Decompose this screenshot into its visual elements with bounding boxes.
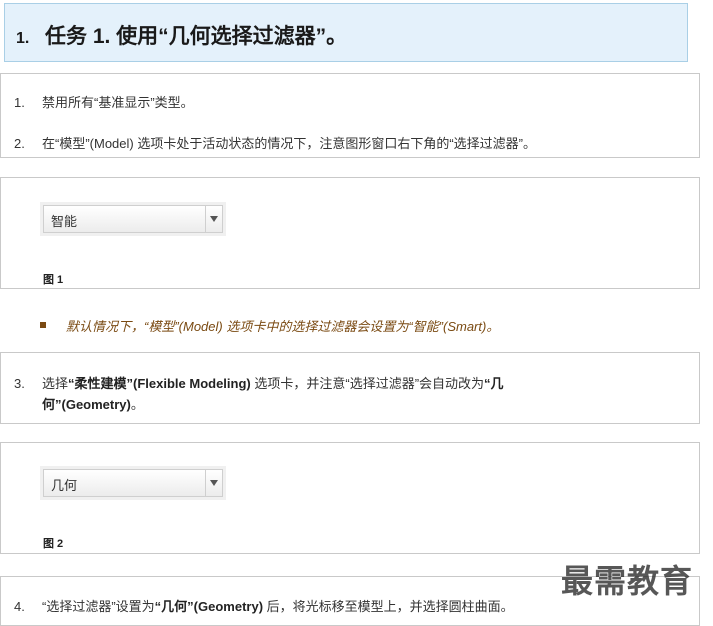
task-number: 1.	[16, 30, 30, 47]
step-number: 3.	[14, 376, 25, 391]
step-text-part: “选择过滤器”设置为	[42, 599, 155, 614]
step-text-part: 选项卡，并注意“选择过滤器”会自动改为	[250, 376, 485, 391]
watermark-logo: 最需教育	[561, 563, 694, 599]
step-text: 在“模型”(Model) 选项卡处于活动状态的情况下，注意图形窗口右下角的“选择…	[42, 136, 536, 151]
task-header: 1. 任务 1. 使用“几何选择过滤器”。	[4, 3, 688, 62]
dropdown-value: 几何	[51, 478, 78, 493]
task-title: 任务 1. 使用“几何选择过滤器”。	[45, 25, 348, 48]
filter-geometry-label-a: “几	[484, 376, 504, 391]
figure-2-caption: 图 2	[43, 538, 64, 550]
note-text: 默认情况下，“模型”(Model) 选项卡中的选择过滤器会设置为“智能”(Sma…	[66, 319, 500, 334]
step-text: “选择过滤器”设置为“几何”(Geometry) 后，将光标移至模型上，并选择圆…	[42, 596, 514, 617]
figure-2-box	[0, 442, 700, 554]
chevron-down-icon[interactable]	[205, 206, 222, 232]
figure-1-box	[0, 177, 700, 289]
bullet-icon	[40, 322, 46, 328]
step-number: 4.	[14, 599, 25, 614]
step-text: 选择“柔性建模”(Flexible Modeling) 选项卡，并注意“选择过滤…	[42, 373, 612, 415]
selection-filter-dropdown[interactable]: 几何	[43, 469, 223, 497]
filter-geometry-label: “几何”(Geometry)	[154, 599, 264, 614]
dropdown-value: 智能	[51, 214, 78, 229]
figure-1-caption: 图 1	[43, 274, 64, 286]
tab-name-flexible-modeling: “柔性建模”(Flexible Modeling)	[68, 376, 251, 391]
step-text-part: 后，将光标移至模型上，并选择圆柱曲面。	[263, 599, 514, 614]
step-text: 禁用所有“基准显示”类型。	[42, 95, 194, 110]
step-number: 2.	[14, 136, 25, 151]
chevron-down-icon[interactable]	[205, 470, 222, 496]
step-number: 1.	[14, 95, 25, 110]
step-text-part: 。	[130, 397, 144, 412]
selection-filter-dropdown[interactable]: 智能	[43, 205, 223, 233]
step-text-part: 选择	[42, 376, 69, 391]
filter-geometry-label-b: 何”(Geometry)	[42, 397, 131, 412]
